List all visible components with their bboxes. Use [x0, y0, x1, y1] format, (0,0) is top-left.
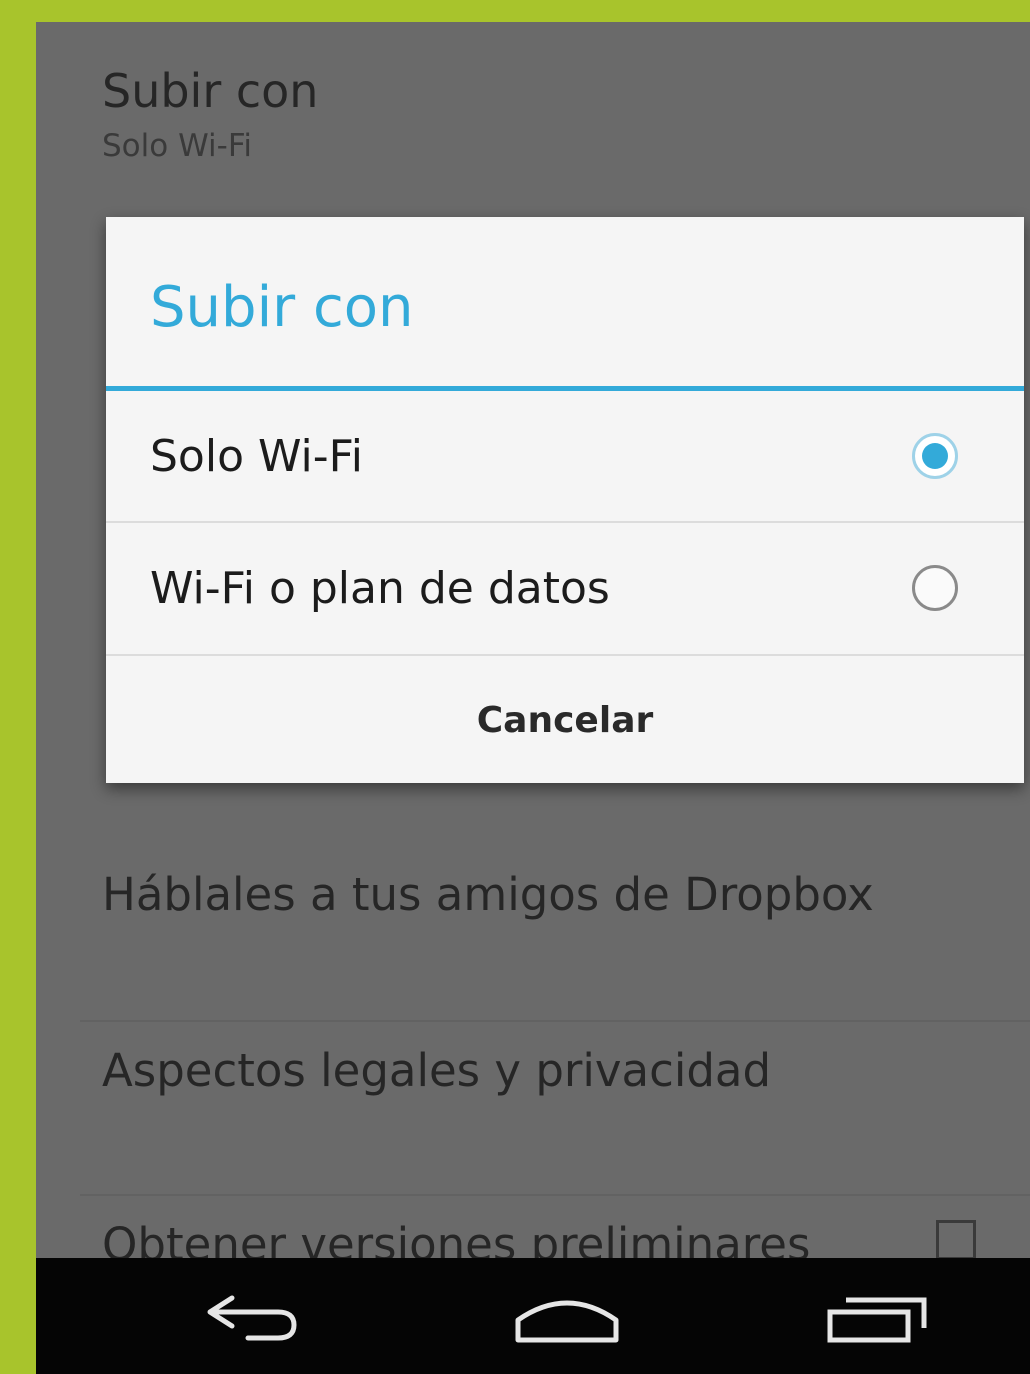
option-wifi-only[interactable]: Solo Wi-Fi — [106, 391, 1024, 521]
setting-legal-privacy[interactable]: Aspectos legales y privacidad — [102, 1044, 771, 1097]
option-divider — [106, 654, 1024, 656]
option-label: Wi-Fi o plan de datos — [150, 563, 610, 614]
setting-tell-friends[interactable]: Háblales a tus amigos de Dropbox — [102, 868, 874, 921]
radio-unselected-icon[interactable] — [912, 565, 958, 611]
list-divider — [80, 1194, 1030, 1196]
page: Subir con Solo Wi-Fi Háblales a tus amig… — [0, 0, 1030, 1374]
home-icon[interactable] — [512, 1288, 622, 1348]
option-wifi-or-data[interactable]: Wi-Fi o plan de datos — [106, 523, 1024, 653]
setting-upload-value: Solo Wi-Fi — [102, 128, 253, 164]
navigation-bar — [36, 1258, 1030, 1374]
setting-upload-title[interactable]: Subir con — [102, 64, 318, 118]
list-divider — [80, 1020, 1030, 1022]
early-versions-checkbox[interactable] — [936, 1220, 976, 1260]
radio-selected-icon[interactable] — [912, 433, 958, 479]
upload-with-dialog: Subir con Solo Wi-Fi Wi-Fi o plan de dat… — [106, 217, 1024, 783]
cancel-button[interactable]: Cancelar — [106, 657, 1024, 783]
recent-apps-icon[interactable] — [824, 1288, 934, 1348]
dialog-title: Subir con — [150, 275, 414, 340]
back-icon[interactable] — [202, 1288, 306, 1348]
option-label: Solo Wi-Fi — [150, 431, 363, 482]
